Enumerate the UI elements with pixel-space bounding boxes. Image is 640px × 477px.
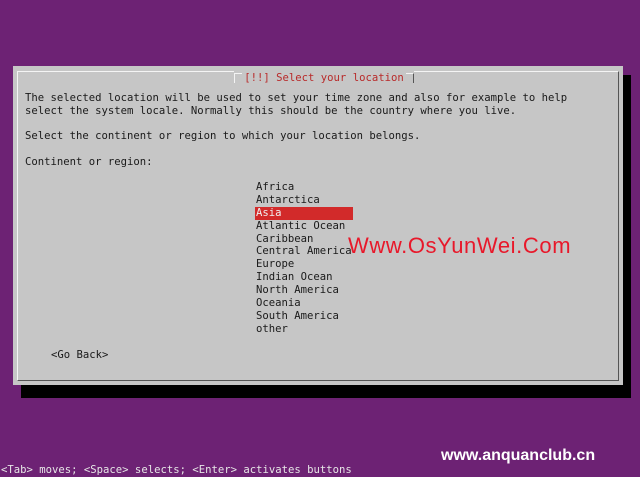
dialog-title: [!!] Select your location xyxy=(244,72,404,84)
watermark-anquanclub: www.anquanclub.cn xyxy=(441,447,596,464)
continent-region-label: Continent or region: xyxy=(25,156,153,168)
region-item-south-america[interactable]: South America xyxy=(255,310,353,323)
watermark-osyunwei: Www.OsYunWei.Com xyxy=(348,233,572,258)
title-edge-right xyxy=(405,73,414,83)
region-item-caribbean[interactable]: Caribbean xyxy=(255,233,353,246)
region-item-oceania[interactable]: Oceania xyxy=(255,297,353,310)
region-item-antarctica[interactable]: Antarctica xyxy=(255,194,353,207)
dialog-title-bar: [!!] Select your location xyxy=(234,71,414,85)
select-location-dialog: [!!] Select your location The selected l… xyxy=(13,66,623,385)
region-item-indian-ocean[interactable]: Indian Ocean xyxy=(255,271,353,284)
title-edge-left xyxy=(234,73,242,83)
dialog-description: The selected location will be used to se… xyxy=(25,92,568,117)
region-item-europe[interactable]: Europe xyxy=(255,258,353,271)
status-bar: <Tab> moves; <Space> selects; <Enter> ac… xyxy=(1,464,352,476)
region-list[interactable]: Africa Antarctica Asia Atlantic Ocean Ca… xyxy=(255,181,353,336)
region-item-other[interactable]: other xyxy=(255,323,353,336)
dialog-prompt: Select the continent or region to which … xyxy=(25,130,421,142)
region-item-central-america[interactable]: Central America xyxy=(255,245,353,258)
region-item-asia[interactable]: Asia xyxy=(255,206,353,220)
region-item-north-america[interactable]: North America xyxy=(255,284,353,297)
region-item-atlantic-ocean[interactable]: Atlantic Ocean xyxy=(255,220,353,233)
go-back-button[interactable]: <Go Back> xyxy=(51,349,108,362)
region-item-africa[interactable]: Africa xyxy=(255,181,353,194)
